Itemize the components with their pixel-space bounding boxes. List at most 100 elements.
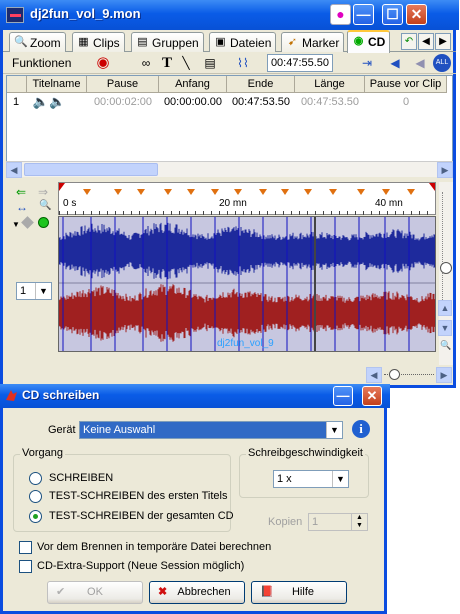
radio-test-all[interactable]: [29, 510, 42, 523]
time-ruler[interactable]: 0 s 20 mn 40 mn: [58, 182, 436, 215]
play-reverse-icon[interactable]: ◀: [386, 54, 404, 72]
marker-triangle-icon[interactable]: [281, 189, 289, 195]
marker-triangle-icon[interactable]: [357, 189, 365, 195]
column-header[interactable]: Anfang: [159, 76, 227, 93]
maximize-button[interactable]: ☐: [382, 4, 403, 25]
dialog-minimize-button[interactable]: —: [333, 386, 353, 406]
radio-label: SCHREIBEN: [49, 472, 114, 484]
column-header[interactable]: Titelname: [27, 76, 87, 93]
marker-triangle-icon[interactable]: [114, 189, 122, 195]
radio-test-first[interactable]: [29, 490, 42, 503]
tab-bar: 🔍 Zoom ▦ Clips ▤ Gruppen ▣ Dateien ➹ Mar…: [3, 30, 456, 53]
back-icon[interactable]: ◀: [411, 54, 429, 72]
dialog-title-bar[interactable]: CD schreiben — ✕: [0, 384, 390, 408]
radio-write[interactable]: [29, 472, 42, 485]
cd-icon: ◉: [353, 35, 364, 47]
scroll-thumb[interactable]: [24, 163, 158, 176]
zoom-in-icon[interactable]: 🔍: [440, 340, 451, 351]
copies-spinner[interactable]: 1 ▲ ▼: [308, 513, 368, 531]
scroll-right-icon[interactable]: ▶: [436, 367, 452, 383]
marker-triangle-icon[interactable]: [83, 189, 91, 195]
marker-triangle-icon[interactable]: [211, 189, 219, 195]
help-button[interactable]: 📕 Hilfe: [251, 581, 347, 604]
dialog-title: CD schreiben: [22, 388, 100, 402]
text-icon[interactable]: T: [159, 54, 175, 72]
list-horizontal-scrollbar[interactable]: ◀ ▶: [6, 161, 453, 178]
column-header[interactable]: Pause: [87, 76, 159, 93]
arrow-right-icon[interactable]: ⇒: [38, 185, 48, 199]
scroll-left-icon[interactable]: ◀: [6, 162, 22, 178]
glasses-icon[interactable]: ∞: [137, 54, 155, 72]
list-icon[interactable]: ▤: [203, 54, 217, 72]
marker-triangle-icon[interactable]: [187, 189, 195, 195]
checkbox[interactable]: [19, 541, 32, 554]
cross-icon: ✖: [158, 586, 168, 598]
tab-clips[interactable]: ▦ Clips: [72, 32, 125, 52]
column-header[interactable]: Länge: [295, 76, 365, 93]
vertical-zoom-scrollbar[interactable]: ▲ ▼ 🔍: [438, 182, 453, 365]
spinner-arrows-icon: ▲ ▼: [351, 514, 367, 530]
cancel-button[interactable]: ✖ Abbrechen: [149, 581, 245, 604]
speed-select[interactable]: 1 x ▼: [273, 470, 349, 488]
device-select[interactable]: Keine Auswahl ▼: [79, 421, 343, 439]
expand-icon[interactable]: ↔: [16, 200, 28, 214]
device-label: Gerät: [48, 424, 76, 436]
waveform-icon[interactable]: ⌇⌇: [234, 54, 252, 72]
mode-group-legend: Vorgang: [20, 447, 65, 459]
marker-triangle-icon[interactable]: [234, 189, 242, 195]
minimize-button[interactable]: —: [353, 4, 374, 25]
scroll-up-icon[interactable]: ▲: [438, 300, 452, 316]
tab-files[interactable]: ▣ Dateien: [209, 32, 277, 52]
scroll-left-icon[interactable]: ◀: [366, 367, 382, 383]
column-header[interactable]: Ende: [227, 76, 295, 93]
scroll-right-icon[interactable]: ▶: [437, 162, 453, 178]
marker-triangle-icon[interactable]: [137, 189, 145, 195]
cd-record-icon[interactable]: ◉: [95, 54, 111, 72]
checkbox[interactable]: [19, 560, 32, 573]
tab-cd[interactable]: ◉ CD: [347, 30, 391, 53]
groups-icon: ▤: [137, 36, 148, 48]
ok-button[interactable]: ✔ OK: [47, 581, 143, 604]
cd-burn-icon: [6, 390, 17, 401]
record-indicator-button[interactable]: ●: [330, 4, 351, 25]
diamond-icon[interactable]: [21, 216, 34, 229]
marker-triangle-icon[interactable]: [304, 189, 312, 195]
ruler-label: 40 mn: [375, 198, 403, 209]
tab-groups[interactable]: ▤ Gruppen: [131, 32, 204, 52]
speaker-icon[interactable]: 🔈🔈: [29, 94, 69, 110]
h-zoom-slider-knob[interactable]: [389, 369, 400, 380]
marker-triangle-icon[interactable]: [259, 189, 267, 195]
arrow-left-icon[interactable]: ⇐: [16, 185, 26, 199]
scroll-down-icon[interactable]: ▼: [438, 320, 452, 336]
end-marker-icon[interactable]: [429, 183, 435, 191]
column-header[interactable]: Pause vor Clip: [365, 76, 447, 93]
tab-marker[interactable]: ➹ Marker: [281, 32, 345, 52]
tab-scroll-left[interactable]: ◀: [418, 33, 434, 50]
speed-group-legend: Schreibgeschwindigkeit: [246, 447, 365, 459]
dialog-close-button[interactable]: ✕: [362, 386, 382, 406]
jump-icon[interactable]: ⇥: [358, 54, 376, 72]
marker-triangle-icon[interactable]: [407, 189, 415, 195]
track-number-select[interactable]: 1 ▼: [16, 282, 52, 300]
zoom-icon[interactable]: 🔍: [39, 200, 51, 211]
marker-triangle-icon[interactable]: [164, 189, 172, 195]
marker-triangle-icon[interactable]: [382, 189, 390, 195]
track-dropdown-icon[interactable]: ▼: [12, 220, 20, 229]
undo-icon[interactable]: ↶: [401, 33, 417, 50]
zoom-track: [442, 192, 450, 312]
marker-triangle-icon[interactable]: [329, 189, 337, 195]
main-title-bar[interactable]: dj2fun_vol_9.mon ● — ☐ ✕: [0, 0, 459, 30]
tab-scroll-right[interactable]: ▶: [435, 33, 451, 50]
all-icon[interactable]: ALL: [433, 54, 451, 72]
close-button[interactable]: ✕: [406, 4, 427, 25]
marker-icon: ➹: [287, 36, 298, 48]
start-marker-icon[interactable]: [59, 183, 65, 191]
info-icon[interactable]: i: [352, 420, 370, 438]
tab-zoom[interactable]: 🔍 Zoom: [9, 32, 66, 52]
radio-label: TEST-SCHREIBEN der gesamten CD: [49, 510, 234, 522]
zoom-slider-knob[interactable]: [440, 262, 452, 274]
magic-wand-icon[interactable]: ╲: [178, 54, 194, 72]
waveform-display[interactable]: dj2fun_vol_9: [58, 216, 436, 352]
functions-menu[interactable]: Funktionen: [12, 54, 71, 72]
radio-label: TEST-SCHREIBEN des ersten Titels: [49, 490, 228, 502]
